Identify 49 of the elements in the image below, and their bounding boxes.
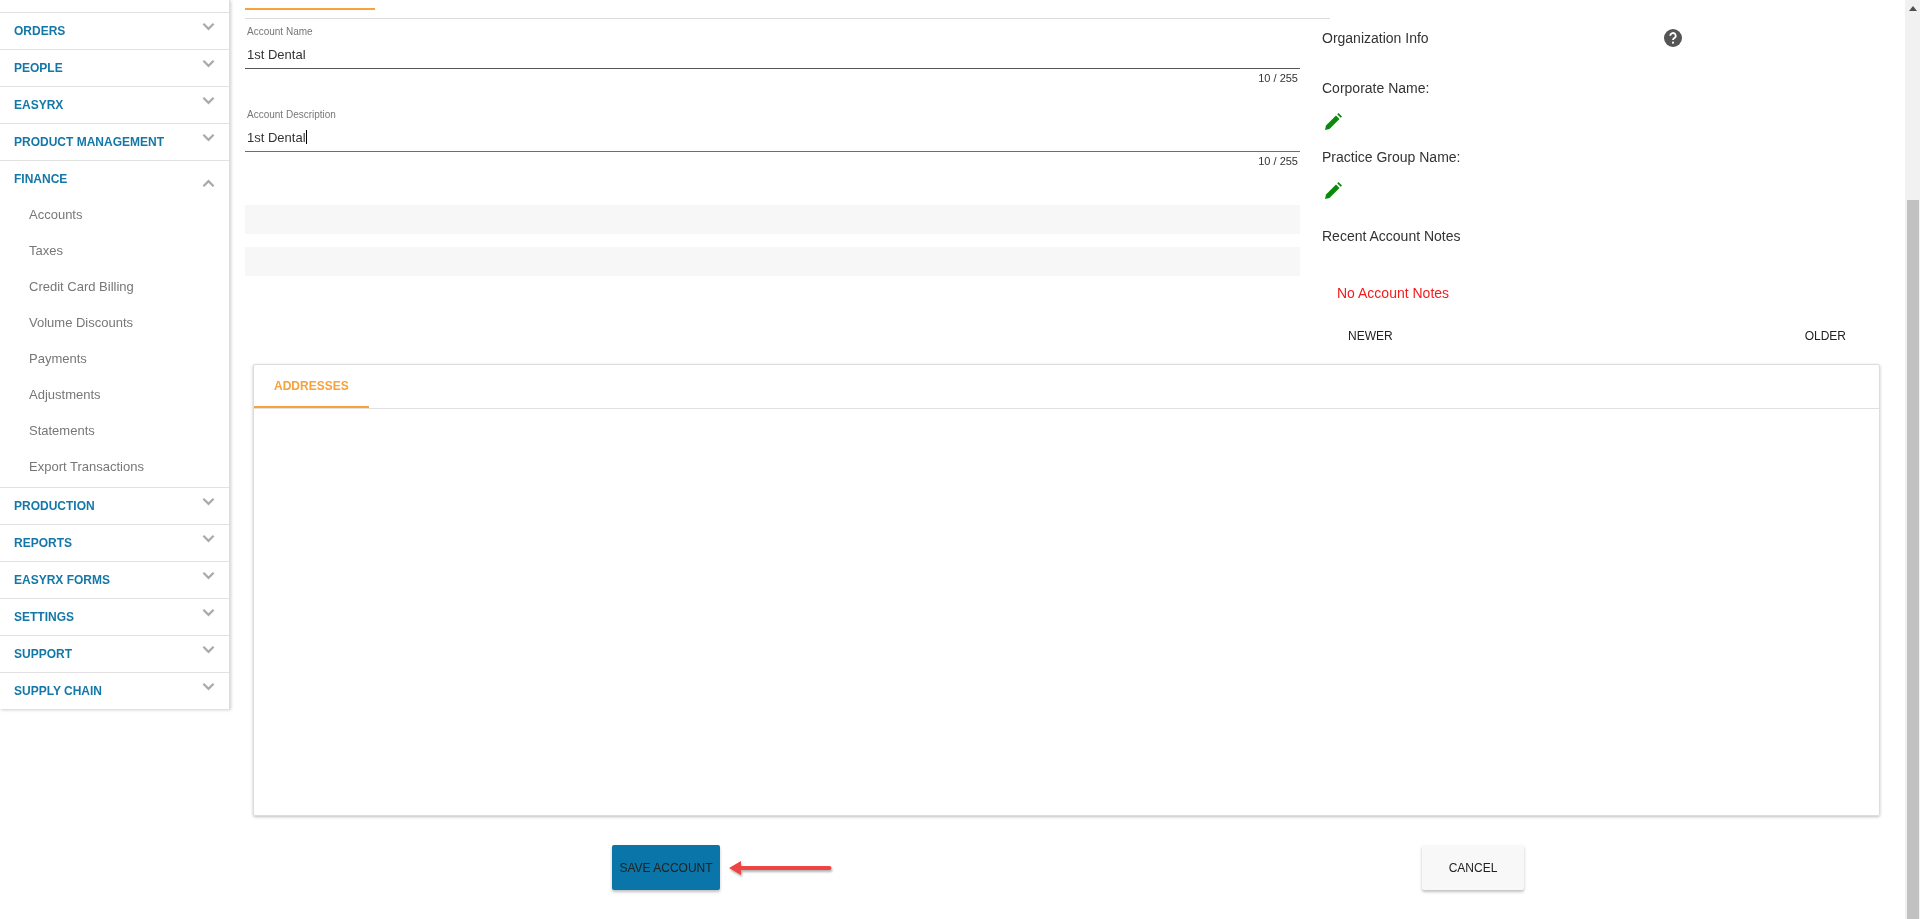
sidebar-item[interactable]: EASYRX FORMS: [0, 561, 229, 598]
chevron-icon: [202, 607, 215, 617]
help-icon[interactable]: [1664, 29, 1682, 47]
chevron-icon: [202, 644, 215, 654]
save-button[interactable]: SAVE ACCOUNT: [612, 845, 720, 890]
sidebar-item[interactable]: PEOPLE: [0, 49, 229, 86]
scrollbar[interactable]: [1905, 0, 1920, 919]
sidebar-item[interactable]: PRODUCTION: [0, 487, 229, 524]
chevron-icon: [202, 496, 215, 506]
chevron-icon: [202, 58, 215, 68]
cancel-button[interactable]: CANCEL: [1422, 845, 1524, 890]
section-title: Organization Info: [1322, 30, 1429, 46]
sidebar-item[interactable]: FINANCE: [0, 160, 229, 197]
sidebar-item[interactable]: EASYRX: [0, 86, 229, 123]
sidebar-subitem[interactable]: Accounts: [0, 197, 229, 233]
sidebar-item[interactable]: ORDERS: [0, 12, 229, 49]
sidebar-item[interactable]: SUPPLY CHAIN: [0, 672, 229, 709]
sidebar-item[interactable]: PRODUCT MANAGEMENT: [0, 123, 229, 160]
text-field[interactable]: Account Name 1st Dental: [245, 23, 1300, 69]
sidebar-subitem[interactable]: Volume Discounts: [0, 305, 229, 341]
sidebar-subitem[interactable]: Payments: [0, 341, 229, 377]
text-field[interactable]: Account Description 1st Dental: [245, 106, 1300, 152]
chevron-icon: [202, 132, 215, 142]
pencil-icon[interactable]: [1324, 182, 1342, 200]
sidebar-item[interactable]: REPORTS: [0, 524, 229, 561]
section-title: Recent Account Notes: [1322, 228, 1461, 244]
scrollbar-thumb[interactable]: [1907, 200, 1919, 919]
sidebar-subitem[interactable]: Statements: [0, 413, 229, 449]
empty-message: No Account Notes: [1337, 285, 1450, 301]
character-counter: 10 / 255: [1257, 72, 1299, 84]
sidebar-subitem[interactable]: Export Transactions: [0, 449, 229, 485]
sidebar-subitem[interactable]: Taxes: [0, 233, 229, 269]
field-label: Corporate Name:: [1322, 80, 1430, 96]
chevron-icon: [202, 570, 215, 580]
sidebar-item[interactable]: SUPPORT: [0, 635, 229, 672]
chevron-icon: [202, 178, 215, 188]
sidebar-subitem[interactable]: Adjustments: [0, 377, 229, 413]
chevron-icon: [202, 21, 215, 31]
older-button[interactable]: OLDER: [1798, 327, 1852, 345]
chevron-icon: [202, 533, 215, 543]
pencil-icon[interactable]: [1324, 113, 1342, 131]
chevron-icon: [202, 95, 215, 105]
newer-button[interactable]: NEWER: [1342, 327, 1399, 345]
chevron-icon: [202, 681, 215, 691]
sidebar-item[interactable]: SETTINGS: [0, 598, 229, 635]
character-counter: 10 / 255: [1257, 155, 1299, 167]
scroll-up-icon[interactable]: [1908, 6, 1917, 11]
sidebar-subitem[interactable]: Credit Card Billing: [0, 269, 229, 305]
field-label: Practice Group Name:: [1322, 149, 1461, 165]
